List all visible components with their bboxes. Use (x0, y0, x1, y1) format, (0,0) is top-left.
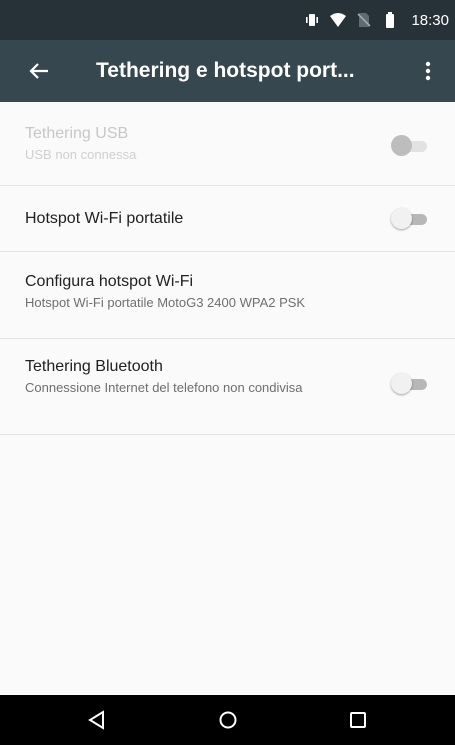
wifi-icon (329, 11, 347, 29)
nav-recents-button[interactable] (345, 707, 371, 733)
setting-title: Tethering USB (25, 125, 129, 142)
overflow-menu-button[interactable] (413, 54, 443, 88)
settings-list: Tethering USB USB non connessa Hotspot W… (0, 102, 455, 435)
bluetooth-tethering-toggle[interactable] (391, 373, 427, 395)
toggle-thumb (391, 208, 412, 229)
setting-bluetooth-tethering[interactable]: Tethering Bluetooth Connessione Internet… (0, 339, 455, 435)
battery-icon (381, 11, 399, 29)
back-button[interactable] (22, 54, 56, 88)
vibrate-icon (303, 11, 321, 29)
usb-tethering-toggle (391, 135, 427, 157)
setting-title: Configura hotspot Wi-Fi (25, 273, 194, 290)
status-icons: 18:30 (303, 0, 449, 40)
app-bar: Tethering e hotspot port... (0, 40, 455, 102)
setting-configure-hotspot[interactable]: Configura hotspot Wi-Fi Hotspot Wi-Fi po… (0, 252, 455, 339)
more-vert-icon (425, 61, 431, 81)
toggle-thumb (391, 373, 412, 394)
status-time: 18:30 (411, 11, 449, 29)
setting-usb-tethering: Tethering USB USB non connessa (0, 102, 455, 186)
back-triangle-icon (88, 710, 104, 730)
nav-back-button[interactable] (84, 707, 110, 733)
navigation-bar (0, 695, 455, 745)
setting-subtitle: USB non connessa (25, 147, 137, 162)
status-bar: 18:30 (0, 0, 455, 40)
setting-subtitle: Hotspot Wi-Fi portatile MotoG3 2400 WPA2… (25, 295, 306, 310)
recents-square-icon (350, 712, 366, 728)
page-title: Tethering e hotspot port... (96, 59, 355, 82)
setting-title: Tethering Bluetooth (25, 358, 163, 375)
setting-title: Hotspot Wi-Fi portatile (25, 210, 184, 227)
no-sim-icon (355, 11, 373, 29)
arrow-back-icon (29, 63, 48, 79)
wifi-hotspot-toggle[interactable] (391, 208, 427, 230)
setting-wifi-hotspot[interactable]: Hotspot Wi-Fi portatile (0, 186, 455, 252)
home-circle-icon (219, 711, 237, 729)
toggle-thumb (391, 135, 412, 156)
screen: 18:30 Tethering e hotspot port... Tether… (0, 0, 455, 745)
nav-home-button[interactable] (215, 707, 241, 733)
setting-subtitle: Connessione Internet del telefono non co… (25, 380, 303, 395)
